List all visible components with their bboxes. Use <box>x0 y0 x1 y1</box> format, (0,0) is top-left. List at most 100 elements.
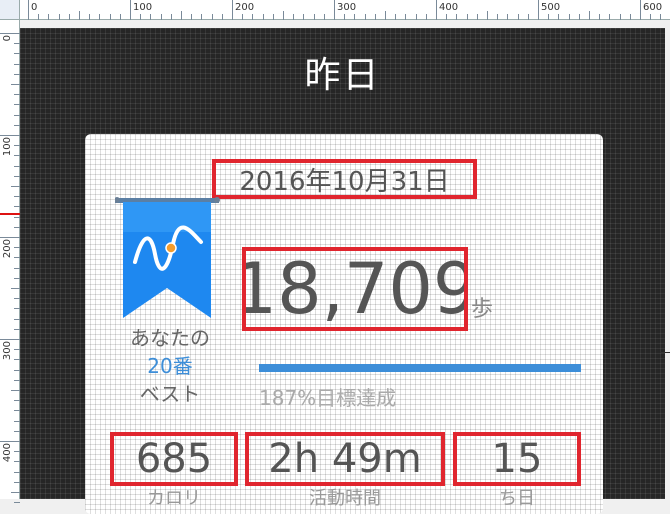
ruler-x-tick <box>354 14 356 20</box>
ruler-x-tick <box>599 14 601 20</box>
ruler-x-tick <box>436 0 437 20</box>
goal-achievement-text: 187%目標達成 <box>259 386 397 410</box>
ruler-x-tick <box>660 14 662 20</box>
ruler-x-tick <box>548 14 550 20</box>
ruler-y-tick <box>11 390 20 391</box>
ruler-x-tick <box>487 11 488 20</box>
ruler-x-label: 500 <box>541 2 561 13</box>
ruler-y-label: 400 <box>2 443 13 463</box>
ruler-x-tick <box>130 0 131 20</box>
ruler-corner <box>0 0 20 20</box>
ruler-x-tick <box>272 14 274 20</box>
ruler-x-tick <box>262 14 264 20</box>
best-rank-value: 20番 <box>147 354 193 378</box>
ruler-x-tick <box>242 14 244 20</box>
ruler-x-label: 0 <box>31 2 38 13</box>
ruler-x-tick <box>221 14 223 20</box>
best-rank-prefix: あなたの <box>130 326 210 350</box>
ruler-x-tick <box>517 14 519 20</box>
ruler-x-tick <box>48 14 50 20</box>
steps-unit-label: 歩 <box>471 297 494 322</box>
ruler-x-tick <box>385 11 386 20</box>
ruler-x-tick <box>456 14 458 20</box>
ruler-x-tick <box>578 14 580 20</box>
goal-progress-fill <box>259 364 581 372</box>
ruler-x-tick <box>640 0 641 20</box>
ruler-x-tick <box>38 14 40 20</box>
ruler-y-tick <box>14 502 20 504</box>
ruler-x-tick <box>252 14 254 20</box>
ruler-y-tick <box>0 237 20 238</box>
ruler-x-tick <box>405 14 407 20</box>
ruler-x-tick <box>476 14 478 20</box>
ruler-guide-marker[interactable] <box>0 213 20 215</box>
ruler-x-tick <box>79 11 80 20</box>
ruler-y-tick <box>11 84 20 85</box>
screen-title: 昨日 <box>304 55 381 96</box>
ruler-y-tick <box>0 135 20 136</box>
ruler-x-tick <box>313 14 315 20</box>
ruler-y-tick <box>0 33 20 34</box>
ruler-x-tick <box>446 14 448 20</box>
ruler-x-tick <box>629 14 631 20</box>
ruler-x-tick <box>160 14 162 20</box>
ruler-x-tick <box>191 14 193 20</box>
ruler-x-tick <box>28 0 29 20</box>
ruler-x-tick <box>283 11 284 20</box>
ruler-x-tick <box>119 14 121 20</box>
active-time-label: 活動時間 <box>309 488 381 509</box>
ruler-x-tick <box>140 14 142 20</box>
ruler-x-tick <box>466 14 468 20</box>
date-label[interactable]: 2016年10月31日 <box>212 159 477 199</box>
steps-count[interactable]: 18,709 <box>242 247 468 331</box>
days-value[interactable]: 15 <box>453 432 581 486</box>
ruler-x-tick <box>181 11 182 20</box>
ruler-x-tick <box>415 14 417 20</box>
days-label: ち日 <box>499 488 535 509</box>
ruler-x-tick <box>589 11 590 20</box>
ruler-x-tick <box>323 14 325 20</box>
ruler-x-tick <box>58 14 60 20</box>
ruler-y-label: 300 <box>2 341 13 361</box>
ruler-x-tick <box>364 14 366 20</box>
ruler-x-tick <box>527 14 529 20</box>
ruler-x-tick <box>211 14 213 20</box>
goal-progress-bar <box>259 364 581 372</box>
best-ribbon-icon <box>115 197 220 318</box>
ruler-x-label: 600 <box>643 2 663 13</box>
ruler-y-label: 200 <box>2 239 13 259</box>
ruler-x-tick <box>170 14 172 20</box>
ruler-y-tick <box>11 492 20 493</box>
ruler-x-tick <box>425 14 427 20</box>
ruler-x-tick <box>507 14 509 20</box>
ruler-x-tick <box>395 14 397 20</box>
ruler-x-label: 100 <box>133 2 153 13</box>
ruler-x-label: 200 <box>235 2 255 13</box>
ruler-x-tick <box>650 14 652 20</box>
ruler-x-tick <box>538 0 539 20</box>
ruler-x-tick <box>68 14 70 20</box>
ruler-y-tick <box>0 441 20 442</box>
daily-summary-card: 2016年10月31日 あなたの 20番 ベスト 18,709 歩 187%目標… <box>85 134 603 514</box>
vertical-ruler: 0 100 200 300 400 <box>0 20 20 504</box>
ruler-x-tick <box>609 14 611 20</box>
ruler-x-tick <box>344 14 346 20</box>
design-canvas[interactable]: 昨日 2016年10月31日 あなたの 20番 ベスト 18,709 歩 187… <box>20 28 665 514</box>
ruler-x-tick <box>293 14 295 20</box>
ruler-x-tick <box>150 14 152 20</box>
calories-value[interactable]: 685 <box>110 432 238 486</box>
ruler-y-tick <box>0 339 20 340</box>
ruler-x-tick <box>334 0 335 20</box>
ruler-x-label: 400 <box>439 2 459 13</box>
calories-label: カロリ <box>147 488 201 509</box>
ruler-x-tick <box>619 14 621 20</box>
canvas-edge-marker <box>660 352 670 353</box>
ruler-y-tick <box>11 288 20 289</box>
ruler-x-tick <box>232 0 233 20</box>
ruler-x-tick <box>374 14 376 20</box>
ruler-x-tick <box>201 14 203 20</box>
ruler-x-tick <box>89 14 91 20</box>
active-time-value[interactable]: 2h 49m <box>245 432 445 486</box>
horizontal-ruler: 0 100 200 300 400 500 600 <box>0 0 670 20</box>
ruler-x-tick <box>99 14 101 20</box>
